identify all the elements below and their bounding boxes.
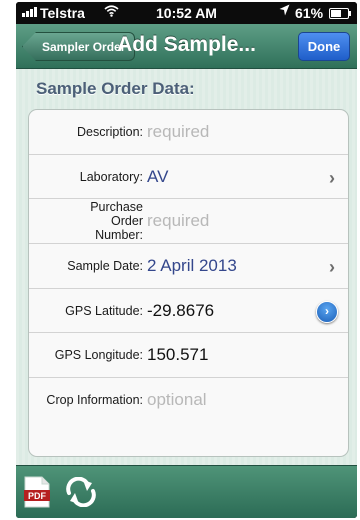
row-label: Sample Date: <box>67 258 143 273</box>
form-row[interactable]: Purchase Order Number: required <box>29 199 348 245</box>
row-label: GPS Longitude: <box>54 348 143 363</box>
form-table: Description: required Laboratory: AV › Purcha… <box>28 109 349 457</box>
form-row[interactable]: Sample Date: 2 April 2013 › <box>29 244 348 289</box>
form-row[interactable]: GPS Longitude: 150.571 <box>29 333 348 379</box>
navigation-bar: Sampler Order Add Sample... Done <box>16 24 357 69</box>
location-arrow-icon <box>279 4 290 19</box>
row-label: Laboratory: <box>79 169 143 184</box>
row-value[interactable]: -29.8676 <box>147 289 214 333</box>
section-header: Sample Order Data: <box>36 79 195 98</box>
bottom-toolbar: PDF <box>16 465 357 518</box>
battery-fill <box>331 10 341 17</box>
chevron-right-icon[interactable]: › <box>329 168 335 189</box>
battery-percent: 61% <box>295 5 324 21</box>
form-content: Sample Order Data: Description: required L… <box>16 69 357 465</box>
row-label: GPS Latitude: <box>65 303 143 318</box>
status-bar: Telstra 10:52 AM 61% <box>16 2 357 24</box>
form-row[interactable]: GPS Latitude: -29.8676 › <box>29 289 348 334</box>
battery-icon <box>329 8 351 19</box>
phone-screen: Telstra 10:52 AM 61% Sampler Order Add S… <box>16 2 357 518</box>
row-value[interactable]: 150.571 <box>147 333 208 377</box>
done-button[interactable]: Done <box>298 32 350 61</box>
pdf-icon[interactable]: PDF <box>24 476 50 508</box>
pdf-label: PDF <box>28 491 47 501</box>
form-row[interactable]: Laboratory: AV › <box>29 155 348 200</box>
row-label: Description: <box>77 124 143 139</box>
row-label: Crop Information: <box>46 393 143 408</box>
chevron-right-icon[interactable]: › <box>329 257 335 278</box>
form-row[interactable]: Description: required <box>29 110 348 155</box>
row-input-field[interactable]: optional <box>147 378 207 423</box>
row-input-field[interactable]: required <box>147 199 209 243</box>
form-row[interactable]: Crop Information: optional <box>29 378 348 423</box>
refresh-icon[interactable] <box>64 476 98 508</box>
row-input-field[interactable]: required <box>147 110 209 154</box>
row-label: Purchase Order Number: <box>90 200 143 243</box>
row-value[interactable]: AV <box>147 155 168 199</box>
row-value[interactable]: 2 April 2013 <box>147 244 237 288</box>
detail-disclosure-icon[interactable]: › <box>316 300 338 323</box>
